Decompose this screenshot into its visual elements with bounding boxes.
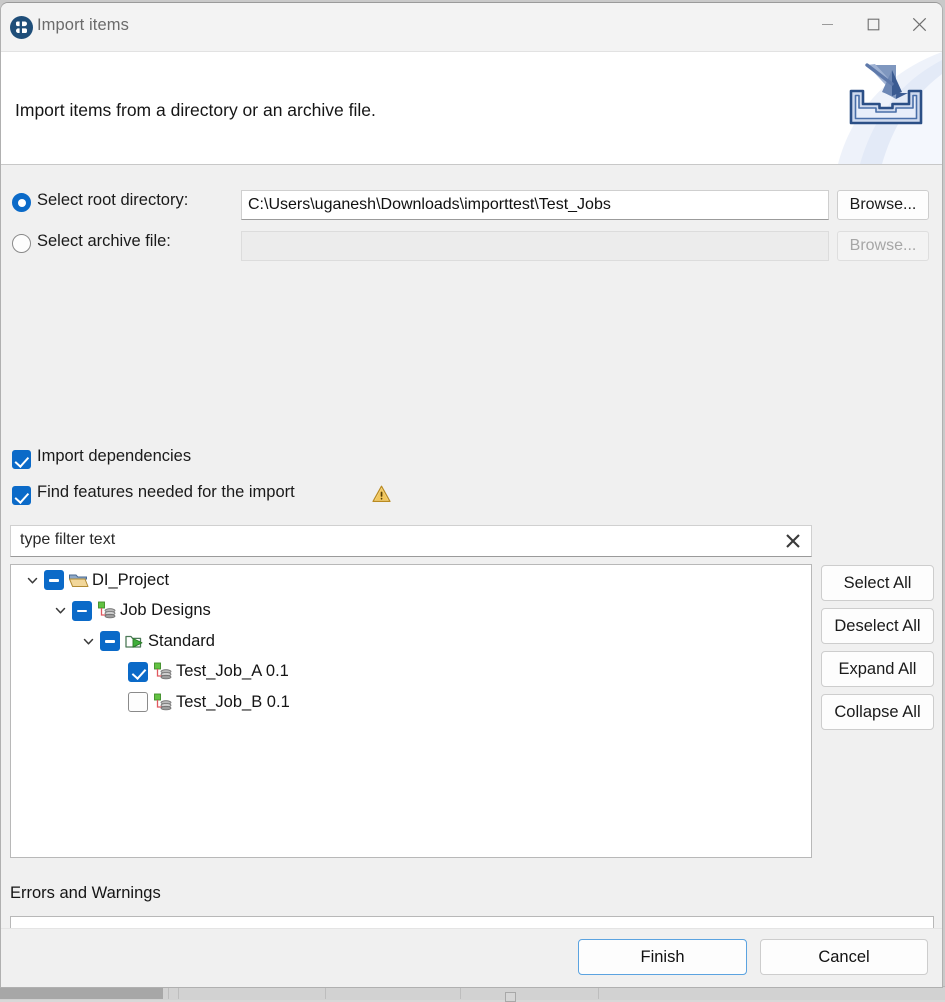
background-window-icon	[505, 992, 516, 1002]
errors-and-warnings-label: Errors and Warnings	[10, 884, 161, 902]
select-root-directory-label: Select root directory:	[37, 191, 189, 209]
job-icon	[152, 661, 173, 682]
cancel-button[interactable]: Cancel	[760, 939, 928, 975]
collapse-all-button[interactable]: Collapse All	[821, 694, 934, 730]
tree-row[interactable]: Job Designs	[11, 596, 811, 627]
deselect-all-button[interactable]: Deselect All	[821, 608, 934, 644]
window-title: Import items	[37, 16, 129, 34]
chevron-down-icon[interactable]	[53, 603, 68, 618]
close-icon	[912, 17, 927, 37]
tree-node-label: Test_Job_A 0.1	[176, 662, 289, 681]
title-bar: Import items	[1, 3, 942, 52]
tree-row[interactable]: Standard	[11, 626, 811, 657]
tree-node-label: Standard	[148, 631, 215, 650]
tree-checkbox[interactable]	[128, 661, 148, 682]
import-items-dialog: Import items Import items from a directo…	[0, 2, 943, 988]
dialog-footer: Finish Cancel	[1, 928, 942, 987]
maximize-icon	[867, 18, 880, 36]
tree-node-label: DI_Project	[92, 570, 170, 589]
header-description: Import items from a directory or an arch…	[15, 100, 376, 120]
minimize-button[interactable]	[804, 3, 850, 50]
import-dependencies-checkbox[interactable]	[12, 450, 31, 469]
select-archive-file-radio[interactable]	[12, 234, 31, 253]
tree-checkbox[interactable]	[72, 600, 92, 621]
expand-all-button[interactable]: Expand All	[821, 651, 934, 687]
tree-node-label: Test_Job_B 0.1	[176, 692, 290, 711]
select-root-directory-radio[interactable]	[12, 193, 31, 212]
close-button[interactable]	[896, 3, 942, 50]
maximize-button[interactable]	[850, 3, 896, 50]
root-directory-input[interactable]	[241, 190, 829, 220]
import-tray-arrow-icon	[830, 52, 942, 164]
finish-button[interactable]: Finish	[578, 939, 747, 975]
wizard-header: Import items from a directory or an arch…	[1, 52, 942, 165]
window-controls	[804, 3, 942, 50]
select-archive-file-label: Select archive file:	[37, 232, 171, 250]
select-all-button[interactable]: Select All	[821, 565, 934, 601]
tree-row[interactable]: Test_Job_B 0.1	[11, 687, 811, 718]
standard-folder-icon	[124, 631, 145, 652]
find-features-checkbox[interactable]	[12, 486, 31, 505]
open-folder-icon	[68, 570, 89, 591]
archive-file-input	[241, 231, 829, 261]
import-dependencies-label: Import dependencies	[37, 447, 192, 465]
clear-x-icon[interactable]	[783, 531, 803, 551]
chevron-down-icon[interactable]	[25, 573, 40, 588]
warning-triangle-icon	[372, 485, 391, 503]
talend-logo-icon	[10, 16, 33, 39]
filter-input[interactable]	[18, 530, 762, 550]
tree-checkbox[interactable]	[44, 570, 64, 591]
tree-checkbox[interactable]	[100, 631, 120, 652]
dialog-body: Select root directory: Browse... Select …	[1, 165, 942, 987]
filter-box	[10, 525, 812, 557]
tree-row[interactable]: Test_Job_A 0.1	[11, 657, 811, 688]
chevron-down-icon[interactable]	[81, 634, 96, 649]
job-designs-icon	[96, 600, 117, 621]
tree-node-label: Job Designs	[120, 601, 211, 620]
items-tree[interactable]: DI_Project Job Designs Standard Test_Job…	[10, 564, 812, 858]
browse-archive-button: Browse...	[837, 231, 929, 261]
find-features-label: Find features needed for the import	[37, 483, 295, 501]
job-icon	[152, 692, 173, 713]
tree-checkbox[interactable]	[128, 692, 148, 713]
tree-row[interactable]: DI_Project	[11, 565, 811, 596]
minimize-icon	[821, 18, 834, 36]
browse-directory-button[interactable]: Browse...	[837, 190, 929, 220]
